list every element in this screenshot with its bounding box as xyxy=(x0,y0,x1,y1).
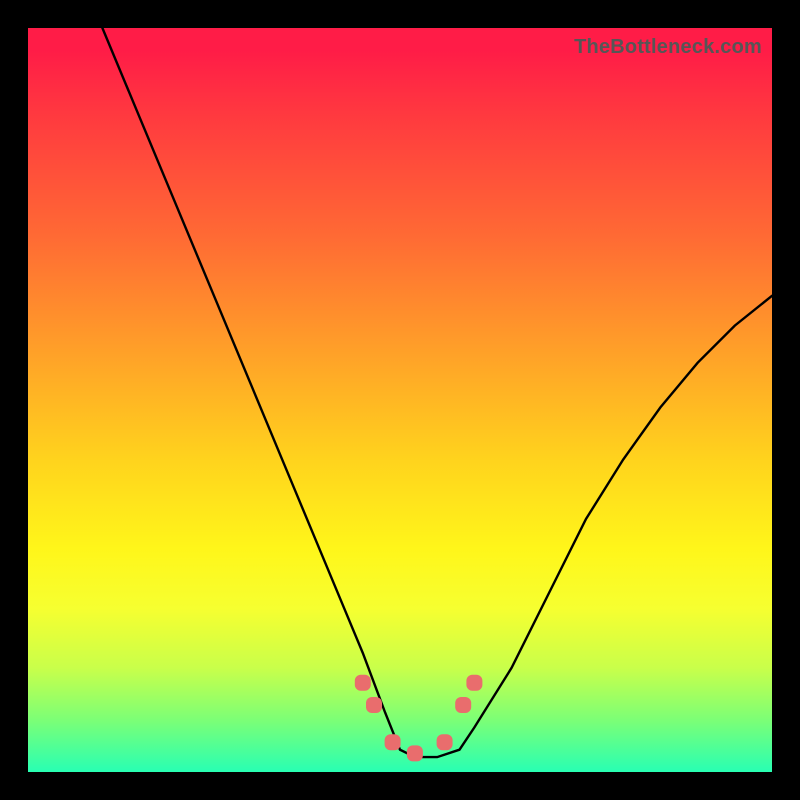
marker-point xyxy=(466,675,482,691)
marker-point xyxy=(455,697,471,713)
plot-area: TheBottleneck.com xyxy=(28,28,772,772)
marker-point xyxy=(355,675,371,691)
marker-point xyxy=(437,734,453,750)
outer-frame: TheBottleneck.com xyxy=(0,0,800,800)
highlight-markers xyxy=(355,675,483,762)
marker-point xyxy=(385,734,401,750)
chart-overlay xyxy=(28,28,772,772)
marker-point xyxy=(407,745,423,761)
bottleneck-curve xyxy=(102,28,772,757)
marker-point xyxy=(366,697,382,713)
